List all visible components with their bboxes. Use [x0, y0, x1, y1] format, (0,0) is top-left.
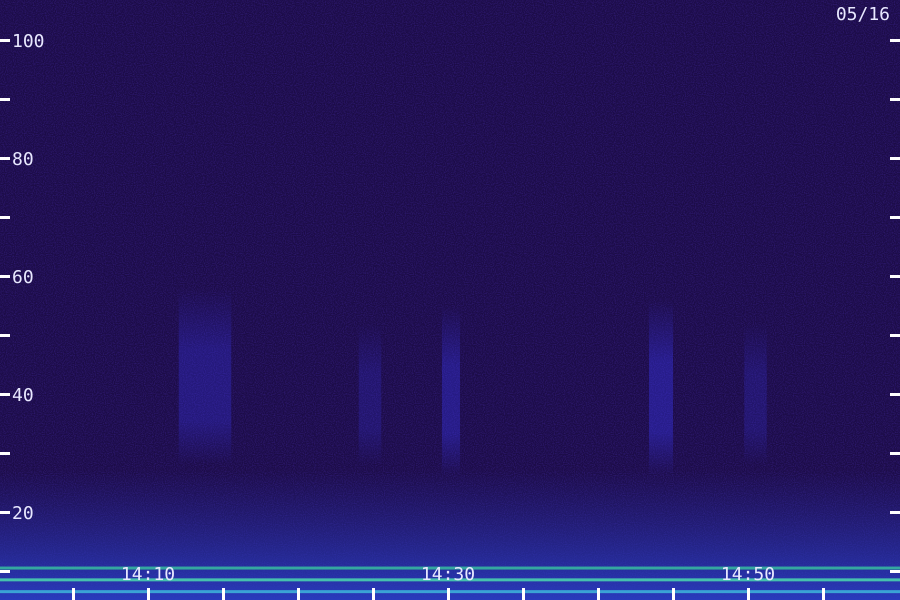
x-tick-50 [747, 588, 750, 600]
date-label: 05/16 [835, 4, 890, 25]
y-tick-right-80 [890, 157, 900, 160]
x-tick-55 [822, 588, 825, 600]
spectrogram-panel: 20 40 60 80 100 14:10 14:30 14:50 05/16 [0, 0, 900, 600]
x-tick-40 [597, 588, 600, 600]
spectrogram-chart: 20 40 60 80 100 14:10 14:30 14:50 [0, 0, 900, 600]
x-tick-25 [372, 588, 375, 600]
y-tick-left-40 [0, 393, 10, 396]
y-tick-label-20: 20 [12, 503, 34, 524]
y-tick-label-80: 80 [12, 149, 34, 170]
y-tick-label-100: 100 [12, 31, 45, 52]
y-tick-left-70 [0, 216, 10, 219]
activity-band-2 [649, 299, 673, 477]
y-tick-right-10 [890, 570, 900, 573]
activity-band-3 [358, 323, 382, 465]
x-tick-15 [222, 588, 225, 600]
y-tick-right-50 [890, 334, 900, 337]
activity-band-1 [442, 305, 460, 477]
activity-band-4 [744, 323, 767, 465]
x-tick-label-0: 14:10 [121, 564, 175, 585]
y-tick-left-60 [0, 275, 10, 278]
x-tick-label-2: 14:50 [721, 564, 775, 585]
y-tick-right-20 [890, 511, 900, 514]
x-tick-5 [72, 588, 75, 600]
x-tick-30 [447, 588, 450, 600]
x-tick-20 [297, 588, 300, 600]
y-tick-label-40: 40 [12, 385, 34, 406]
y-tick-left-50 [0, 334, 10, 337]
y-tick-right-70 [890, 216, 900, 219]
y-tick-right-30 [890, 452, 900, 455]
y-tick-left-80 [0, 157, 10, 160]
y-tick-right-90 [890, 98, 900, 101]
x-tick-label-1: 14:30 [421, 564, 475, 585]
y-tick-label-60: 60 [12, 267, 34, 288]
x-tick-45 [672, 588, 675, 600]
x-tick-10 [147, 588, 150, 600]
x-tick-35 [522, 588, 525, 600]
y-tick-left-10 [0, 570, 10, 573]
y-tick-right-40 [890, 393, 900, 396]
y-tick-left-90 [0, 98, 10, 101]
y-tick-right-100 [890, 39, 900, 42]
y-tick-left-100 [0, 39, 10, 42]
activity-band-0 [178, 287, 232, 465]
y-tick-right-60 [890, 275, 900, 278]
y-tick-left-30 [0, 452, 10, 455]
y-tick-left-20 [0, 511, 10, 514]
